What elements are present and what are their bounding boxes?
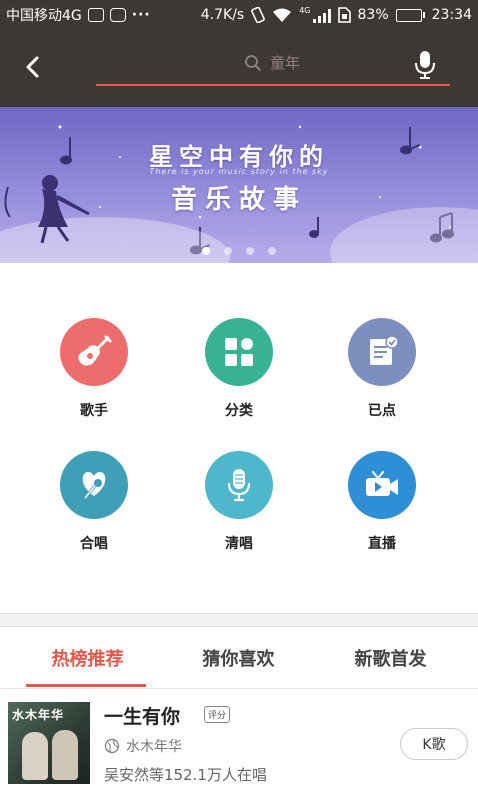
app-notification-icon bbox=[109, 8, 126, 22]
banner-title-line2: 音乐故事 bbox=[170, 185, 307, 215]
duet-mic-icon bbox=[82, 472, 106, 499]
battery-icon bbox=[395, 8, 425, 22]
banner-subtitle: There is your music story in the sky bbox=[149, 167, 329, 176]
tab-guess-you-like[interactable]: 猜你喜欢 bbox=[159, 627, 318, 689]
network-type: 4G bbox=[299, 6, 311, 15]
battery-percent: 83% bbox=[357, 7, 389, 23]
grid-item-acappella[interactable]: 清唱 bbox=[179, 451, 299, 553]
grid-item-live[interactable]: 直播 bbox=[322, 451, 442, 553]
grid-item-category[interactable]: 分类 bbox=[179, 318, 299, 420]
video-camera-icon bbox=[366, 471, 398, 496]
guitar-icon bbox=[78, 335, 112, 366]
tab-hot-recommend[interactable]: 热榜推荐 bbox=[8, 627, 167, 689]
grid-label-acappella: 清唱 bbox=[225, 536, 253, 552]
recommend-tabs: 热榜推荐 猜你喜欢 新歌首发 bbox=[0, 627, 478, 689]
image-notification-icon bbox=[87, 8, 104, 22]
banner-page-dot bbox=[246, 247, 254, 255]
grid-label-chorus: 合唱 bbox=[80, 536, 108, 552]
singing-count: 吴安然等152.1万人在唱 bbox=[104, 766, 267, 784]
carrier-text: 中国移动4G bbox=[6, 8, 82, 24]
singer-circle bbox=[60, 318, 128, 386]
feature-grid: 歌手 分类 已点 合唱 清唱 直播 bbox=[0, 263, 478, 613]
section-divider bbox=[0, 613, 478, 627]
network-speed: 4.7K/s bbox=[200, 7, 245, 23]
more-notifications-icon: ··· bbox=[131, 7, 151, 23]
status-bar: 中国移动4G ··· 4.7K/s 4G 83% 23:34 bbox=[0, 0, 478, 30]
song-title: 一生有你 bbox=[104, 706, 181, 728]
checklist-icon bbox=[370, 335, 399, 365]
clock: 23:34 bbox=[431, 7, 472, 23]
search-placeholder: 童年 bbox=[270, 54, 301, 72]
chorus-circle bbox=[60, 451, 128, 519]
karaoke-button[interactable]: K歌 bbox=[400, 728, 468, 760]
score-badge: 评分 bbox=[204, 706, 231, 723]
banner-page-dot bbox=[268, 247, 276, 255]
active-tab-indicator bbox=[26, 684, 146, 687]
grid-item-chorus[interactable]: 合唱 bbox=[34, 451, 154, 553]
grid-label-live: 直播 bbox=[368, 536, 396, 552]
live-circle bbox=[348, 451, 416, 519]
wifi-icon bbox=[273, 8, 292, 22]
album-cover: 水木年华 bbox=[8, 702, 90, 784]
grid-label-category: 分类 bbox=[225, 403, 253, 419]
category-circle bbox=[205, 318, 273, 386]
category-grid-icon bbox=[225, 338, 253, 366]
song-list-item[interactable]: 水木年华 一生有你 评分 水木年华 吴安然等152.1万人在唱 K歌 bbox=[0, 690, 478, 799]
globe-icon bbox=[104, 738, 120, 754]
banner-page-indicator bbox=[0, 247, 478, 255]
voice-search-microphone-icon[interactable] bbox=[414, 50, 436, 80]
signal-icon bbox=[312, 9, 331, 23]
acappella-circle bbox=[205, 451, 273, 519]
sim-card-icon bbox=[337, 7, 351, 23]
artist-name: 水木年华 bbox=[126, 739, 182, 755]
ordered-circle bbox=[348, 318, 416, 386]
back-chevron-icon[interactable] bbox=[18, 52, 48, 82]
banner-page-dot bbox=[202, 247, 210, 255]
banner-page-dot bbox=[224, 247, 232, 255]
search-field[interactable]: 童年 bbox=[96, 44, 450, 86]
top-bar: 童年 bbox=[0, 30, 478, 107]
search-icon bbox=[245, 54, 261, 71]
promo-banner[interactable]: 星空中有你的 There is your music story in the … bbox=[0, 107, 478, 263]
vibrate-icon bbox=[251, 7, 266, 23]
tab-new-songs[interactable]: 新歌首发 bbox=[311, 627, 470, 689]
grid-item-singer[interactable]: 歌手 bbox=[34, 318, 154, 420]
grid-label-singer: 歌手 bbox=[80, 403, 108, 419]
microphone-icon bbox=[227, 469, 251, 502]
album-cover-text: 水木年华 bbox=[12, 708, 65, 722]
grid-label-ordered: 已点 bbox=[368, 403, 396, 419]
grid-item-ordered[interactable]: 已点 bbox=[322, 318, 442, 420]
artist-row: 水木年华 bbox=[104, 736, 182, 756]
